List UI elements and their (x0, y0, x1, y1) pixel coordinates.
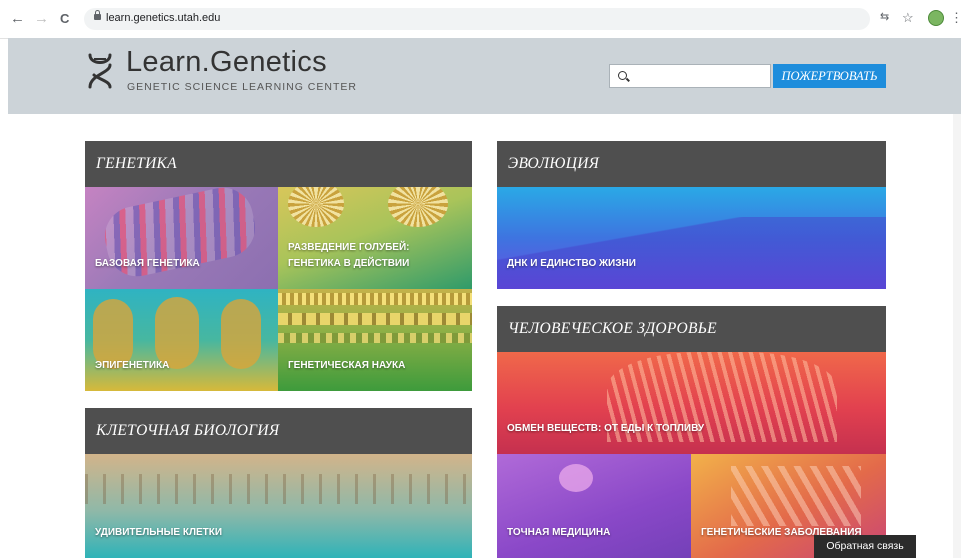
tile-metabolism[interactable]: ОБМЕН ВЕЩЕСТВ: ОТ ЕДЫ К ТОПЛИВУ (497, 352, 886, 454)
section-genetics: ГЕНЕТИКА БАЗОВАЯ ГЕНЕТИКА РАЗВЕДЕНИЕ ГОЛ… (85, 141, 472, 391)
tile-label: УДИВИТЕЛЬНЫЕ КЛЕТКИ (95, 527, 223, 538)
landscape-image (497, 217, 886, 289)
tile-label: РАЗВЕДЕНИЕ ГОЛУБЕЙ: ГЕНЕТИКА В ДЕЙСТВИИ (288, 242, 410, 269)
section-title: КЛЕТОЧНАЯ БИОЛОГИЯ (96, 422, 280, 439)
tile-label: ГЕНЕТИЧЕСКАЯ НАУКА (288, 360, 406, 371)
tile-amazing-cells[interactable]: УДИВИТЕЛЬНЫЕ КЛЕТКИ (85, 454, 472, 558)
section-header[interactable]: ЧЕЛОВЕЧЕСКОЕ ЗДОРОВЬЕ (497, 306, 886, 352)
section-header[interactable]: КЛЕТОЧНАЯ БИОЛОГИЯ (85, 408, 472, 454)
translate-icon[interactable]: ⇆ (880, 10, 889, 23)
tile-label: ДНК И ЕДИНСТВО ЖИЗНИ (507, 258, 636, 269)
back-arrow-icon[interactable]: ← (10, 10, 25, 28)
search-box[interactable] (609, 64, 771, 88)
tile-label: ОБМЕН ВЕЩЕСТВ: ОТ ЕДЫ К ТОПЛИВУ (507, 423, 705, 434)
tile-basic-genetics[interactable]: БАЗОВАЯ ГЕНЕТИКА (85, 187, 278, 289)
browser-toolbar: ← → C learn.genetics.utah.edu ⇆ ☆ ⋮ (0, 0, 961, 39)
star-icon[interactable]: ☆ (902, 10, 914, 26)
feather-fan-image (288, 187, 344, 227)
cells-pattern-image (731, 466, 861, 526)
search-input[interactable] (632, 67, 770, 87)
site-logo-title[interactable]: Learn.Genetics (126, 46, 327, 79)
tile-label: БАЗОВАЯ ГЕНЕТИКА (95, 258, 200, 269)
tile-genetic-science[interactable]: ГЕНЕТИЧЕСКАЯ НАУКА (278, 289, 472, 391)
tile-precision-medicine[interactable]: ТОЧНАЯ МЕДИЦИНА (497, 454, 691, 558)
tile-pigeon-breeding[interactable]: РАЗВЕДЕНИЕ ГОЛУБЕЙ: ГЕНЕТИКА В ДЕЙСТВИИ (278, 187, 472, 289)
dna-logo-icon[interactable] (84, 51, 116, 91)
search-icon (618, 71, 627, 80)
tile-label: ТОЧНАЯ МЕДИЦИНА (507, 527, 611, 538)
feedback-button[interactable]: Обратная связь (814, 535, 916, 558)
section-human-health: ЧЕЛОВЕЧЕСКОЕ ЗДОРОВЬЕ ОБМЕН ВЕЩЕСТВ: ОТ … (497, 306, 886, 558)
gene-strip-image (278, 293, 472, 305)
forward-arrow-icon[interactable]: → (34, 10, 49, 28)
site-header: Learn.Genetics GENETIC SCIENCE LEARNING … (8, 38, 961, 114)
gene-strip-image (278, 333, 472, 343)
lock-icon (94, 10, 101, 20)
gene-strip-image (278, 313, 472, 325)
tile-epigenetics[interactable]: ЭПИГЕНЕТИКА (85, 289, 278, 391)
scrollbar-track[interactable] (953, 114, 961, 558)
section-header[interactable]: ЭВОЛЮЦИЯ (497, 141, 886, 187)
menu-icon[interactable]: ⋮ (950, 10, 961, 26)
profile-avatar[interactable] (928, 10, 944, 26)
cell-image (559, 464, 593, 492)
tile-dna-unity-of-life[interactable]: ДНК И ЕДИНСТВО ЖИЗНИ (497, 187, 886, 289)
section-evolution: ЭВОЛЮЦИЯ ДНК И ЕДИНСТВО ЖИЗНИ (497, 141, 886, 289)
section-title: ЧЕЛОВЕЧЕСКОЕ ЗДОРОВЬЕ (508, 320, 717, 337)
tile-label: ЭПИГЕНЕТИКА (95, 360, 170, 371)
section-cell-biology: КЛЕТОЧНАЯ БИОЛОГИЯ УДИВИТЕЛЬНЫЕ КЛЕТКИ (85, 408, 472, 558)
address-bar[interactable]: learn.genetics.utah.edu (84, 8, 870, 30)
section-header[interactable]: ГЕНЕТИКА (85, 141, 472, 187)
chromosome-image (221, 299, 261, 369)
section-title: ГЕНЕТИКА (96, 155, 177, 172)
feather-fan-image (388, 187, 448, 227)
reload-icon[interactable]: C (60, 10, 69, 28)
site-logo-subtitle: GENETIC SCIENCE LEARNING CENTER (127, 81, 357, 93)
section-title: ЭВОЛЮЦИЯ (508, 155, 600, 172)
tissue-image (85, 474, 472, 504)
url-text: learn.genetics.utah.edu (106, 12, 221, 24)
donate-button[interactable]: ПОЖЕРТВОВАТЬ (773, 64, 886, 88)
